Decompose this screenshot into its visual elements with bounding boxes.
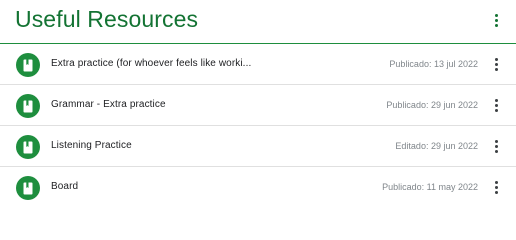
item-more-options-button[interactable] [486,54,506,74]
item-title: Board [51,181,79,192]
item-title: Listening Practice [51,140,132,151]
more-vert-icon [494,98,498,102]
topic-more-options-button[interactable] [486,10,506,30]
list-item[interactable]: Extra practice (for whoever feels like w… [0,44,516,85]
more-vert-icon [494,13,498,17]
item-more-options-button[interactable] [486,177,506,197]
more-vert-icon [494,57,498,61]
list-item[interactable]: Listening Practice Editado: 29 jun 2022 [0,126,516,167]
item-title: Extra practice (for whoever feels like w… [51,58,252,69]
topic-title: Useful Resources [15,6,199,32]
item-date: Publicado: 29 jun 2022 [386,100,478,110]
item-date: Publicado: 11 may 2022 [382,182,478,192]
material-icon [16,135,40,159]
item-more-options-button[interactable] [486,136,506,156]
more-vert-icon [494,139,498,143]
more-vert-icon [494,180,498,184]
material-icon [16,94,40,118]
item-date: Publicado: 13 jul 2022 [389,59,478,69]
topic-header: Useful Resources [0,0,516,44]
material-icon [16,53,40,77]
material-icon [16,176,40,200]
item-date: Editado: 29 jun 2022 [395,141,478,151]
list-item[interactable]: Board Publicado: 11 may 2022 [0,167,516,203]
item-more-options-button[interactable] [486,95,506,115]
list-item[interactable]: Grammar - Extra practice Publicado: 29 j… [0,85,516,126]
item-title: Grammar - Extra practice [51,99,166,110]
classroom-topic-section: Useful Resources Extra practice (for who… [0,0,516,203]
